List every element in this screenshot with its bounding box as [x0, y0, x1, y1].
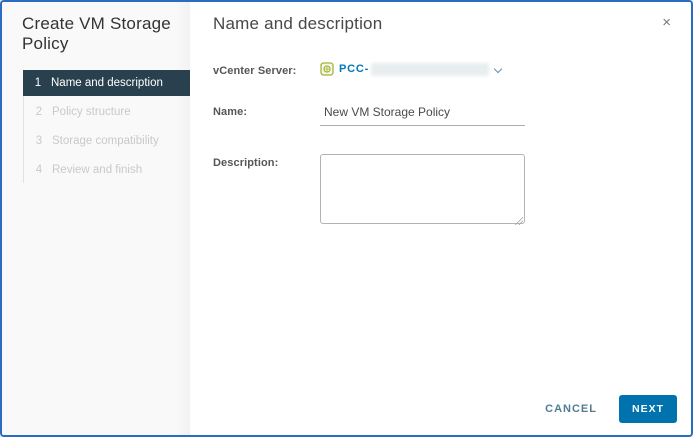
step-number: 4	[35, 164, 43, 176]
step-label: Review and finish	[52, 164, 143, 176]
wizard-steps-list: 1 Name and description 2 Policy structur…	[23, 70, 190, 183]
description-textarea-wrap	[320, 154, 525, 229]
vcenter-server-select[interactable]: PCC-	[320, 62, 503, 76]
wizard-main-panel: Name and description × vCenter Server: P…	[190, 2, 691, 435]
step-number: 1	[34, 77, 42, 89]
dialog-title: Create VM Storage Policy	[22, 14, 171, 53]
next-button[interactable]: NEXT	[618, 395, 677, 423]
step-number: 3	[35, 135, 43, 147]
vcenter-server-icon	[320, 62, 334, 76]
wizard-step-storage-compatibility[interactable]: 3 Storage compatibility	[24, 128, 190, 154]
step-number: 2	[35, 106, 43, 118]
wizard-step-policy-structure[interactable]: 2 Policy structure	[24, 99, 190, 125]
wizard-footer: CANCEL NEXT	[537, 395, 677, 423]
step-label: Name and description	[51, 77, 163, 89]
name-description-form: vCenter Server: PCC- Name: New VM Storag…	[213, 62, 673, 229]
step-label: Policy structure	[52, 106, 131, 118]
wizard-step-name-and-description[interactable]: 1 Name and description	[23, 70, 190, 96]
vcenter-server-label: vCenter Server:	[213, 65, 297, 77]
vcenter-server-row: vCenter Server: PCC-	[213, 62, 673, 77]
chevron-down-icon	[495, 65, 503, 73]
create-vm-storage-policy-dialog: Create VM Storage Policy 1 Name and desc…	[0, 0, 693, 437]
wizard-sidebar: Create VM Storage Policy 1 Name and desc…	[2, 2, 190, 435]
wizard-step-review-and-finish[interactable]: 4 Review and finish	[24, 157, 190, 183]
description-row: Description:	[213, 154, 673, 229]
description-label: Description:	[213, 157, 279, 169]
description-textarea[interactable]	[320, 154, 525, 224]
policy-name-row: Name:	[213, 103, 673, 126]
vcenter-server-value: PCC-	[339, 63, 370, 75]
policy-name-input[interactable]	[320, 103, 525, 126]
step-label: Storage compatibility	[52, 135, 159, 147]
page-title: Name and description	[213, 14, 383, 33]
close-icon[interactable]: ×	[662, 15, 671, 30]
cancel-button[interactable]: CANCEL	[537, 397, 605, 421]
redacted-server-name	[371, 62, 490, 76]
name-label: Name:	[213, 106, 248, 118]
